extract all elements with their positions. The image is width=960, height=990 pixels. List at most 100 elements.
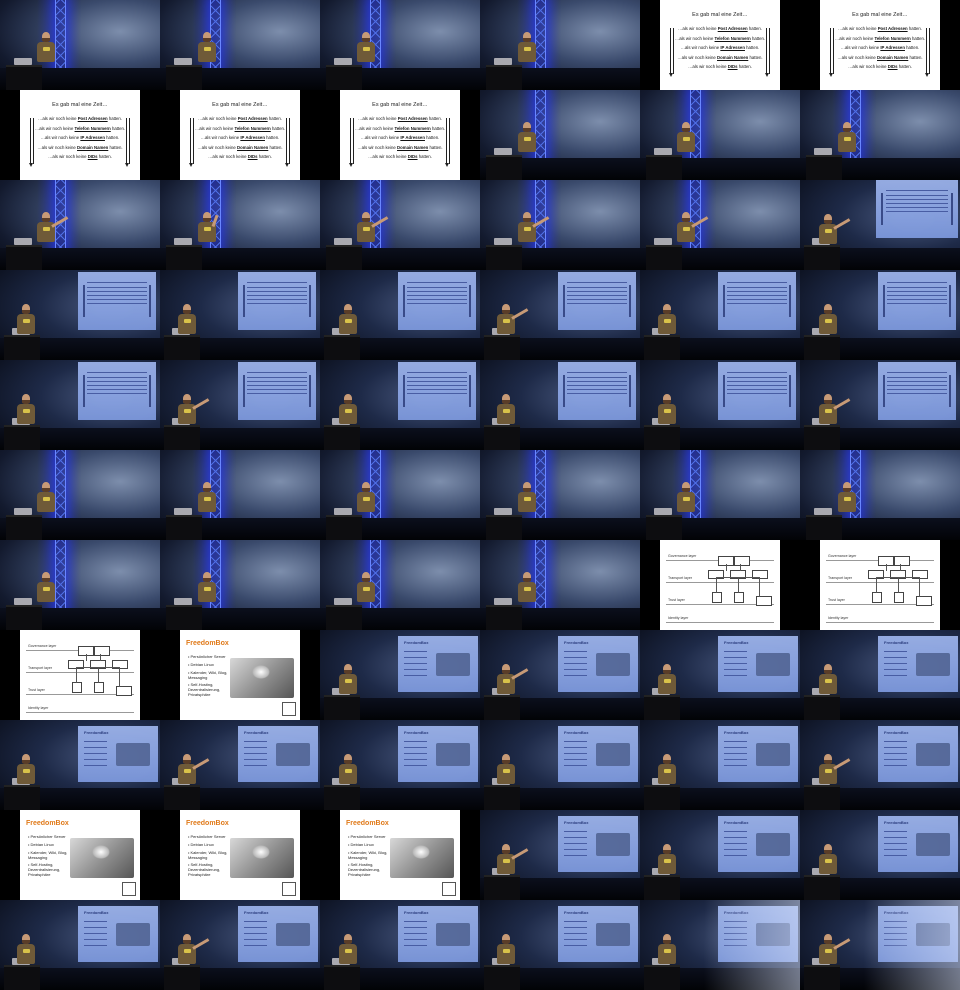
speaker-shirt [838, 132, 856, 152]
slide-title: Es gab mal eine Zeit… [852, 12, 908, 18]
diagram-slide: Governance layer Transport layer Trust lay… [660, 540, 780, 630]
right-arrow [629, 374, 632, 408]
slide-line-prefix: …als wir noch keine [197, 144, 238, 150]
slide-line-suffix: hatten. [744, 45, 760, 50]
slide-bullet [564, 752, 587, 754]
freedombox-photo [756, 652, 790, 677]
slide-line: …als wir noch keine Telefon Nummern hatt… [20, 126, 140, 131]
diagram-slide: Governance layer Transport layer Trust lay… [820, 540, 940, 630]
video-frame-thumbnail [640, 180, 800, 270]
diagram-connector [726, 564, 727, 571]
slide-line-suffix: hatten. [430, 125, 446, 131]
diagram-connector [876, 577, 877, 593]
diagram-node [916, 596, 932, 606]
speaker-head [824, 394, 832, 404]
slide-line [887, 294, 947, 296]
slide-bullet [884, 675, 907, 677]
slide-bullet [84, 926, 107, 928]
slide-bullet [724, 746, 747, 748]
speaker-head [523, 572, 531, 582]
freedombox-photo [756, 742, 790, 767]
video-frame-thumbnail [480, 180, 640, 270]
slide-line: …als wir noch keine DIDs hatten. [180, 154, 300, 159]
slide-line: …als wir noch keine Post Adressen hatten… [340, 116, 460, 121]
slide-title: FreedomBox [724, 640, 749, 645]
slide-title: FreedomBox [244, 730, 269, 735]
speaker-shirt [17, 764, 35, 784]
video-frame-thumbnail [320, 180, 480, 270]
right-arrow [285, 118, 290, 167]
video-frame-thumbnail: FreedomBox [0, 900, 160, 990]
video-frame-thumbnail [800, 360, 960, 450]
projected-slide [876, 180, 958, 238]
slide-line-prefix: …als wir noch keine [688, 64, 728, 69]
speaker [517, 32, 537, 74]
slide-line [567, 302, 627, 304]
slide-bullet [404, 662, 427, 664]
slide-line [247, 388, 307, 390]
slide-line [727, 384, 787, 386]
video-frame-thumbnail: FreedomBox • Persönlicher Server • Debian … [320, 810, 480, 900]
slide-line-suffix: hatten. [747, 26, 762, 31]
slide-bullet [404, 650, 427, 652]
slide-bullet [84, 740, 107, 742]
slide-bullet: • Debian Linux [188, 842, 214, 847]
slide-line-suffix: hatten. [750, 35, 766, 41]
slide-line-prefix: …als wir noch keine [834, 35, 875, 41]
left-arrow [349, 118, 354, 167]
slide-line [87, 298, 147, 300]
video-frame-thumbnail: FreedomBox [320, 630, 480, 720]
slide-line [887, 392, 947, 394]
freedombox-photo [276, 742, 310, 767]
right-arrow [149, 374, 152, 408]
slide-line-suffix: hatten. [264, 135, 280, 140]
projected-slide [398, 272, 476, 330]
slide-line-suffix: hatten. [908, 54, 923, 60]
slide-title: FreedomBox [26, 820, 69, 827]
slide-line-prefix: …als wir noch keine [354, 125, 395, 131]
speaker-head [663, 304, 671, 314]
slide-title: FreedomBox [404, 730, 429, 735]
diagram-node [94, 646, 110, 656]
speaker-head [502, 304, 510, 314]
layer-label: Transport layer [668, 576, 693, 580]
right-arrow [149, 284, 152, 318]
slide-line [887, 298, 947, 300]
laptop [334, 238, 352, 245]
slide-title: Es gab mal eine Zeit… [212, 102, 268, 108]
slide-bullet [884, 740, 907, 742]
slide-line [885, 210, 949, 212]
left-arrow [82, 374, 85, 408]
slide-line: …als wir noch keine IP Adressen hatten. [340, 135, 460, 140]
diagram-connector [119, 667, 120, 687]
speaker-head [824, 934, 832, 944]
projected-slide: FreedomBox [558, 816, 638, 872]
video-frame-thumbnail [320, 360, 480, 450]
video-frame-thumbnail: FreedomBox [640, 900, 800, 990]
diagram-node [734, 592, 744, 603]
qr-code [282, 702, 296, 716]
slide-bullet [404, 765, 427, 767]
speaker-shirt [658, 854, 676, 874]
slide-line [567, 384, 627, 386]
diagram-node [872, 592, 882, 603]
slide-title: FreedomBox [564, 820, 589, 825]
video-frame-thumbnail [320, 270, 480, 360]
speaker-head [663, 934, 671, 944]
slide-line-suffix: hatten. [267, 116, 282, 121]
right-arrow [629, 284, 632, 318]
slide-title: FreedomBox [84, 730, 109, 735]
left-arrow [402, 374, 405, 408]
left-arrow [829, 28, 834, 77]
speaker [496, 934, 516, 976]
projected-slide [238, 362, 316, 420]
slide-line-keyword: DIDs [887, 64, 898, 69]
slide-line-keyword: DIDs [407, 154, 418, 159]
video-frame-thumbnail: FreedomBox [320, 900, 480, 990]
speaker-head [203, 482, 211, 492]
slide-bullet [84, 932, 107, 934]
slide-bullet [244, 759, 267, 761]
speaker-shirt [198, 42, 216, 62]
diagram-node [894, 556, 910, 566]
diagram-connector [76, 667, 120, 668]
